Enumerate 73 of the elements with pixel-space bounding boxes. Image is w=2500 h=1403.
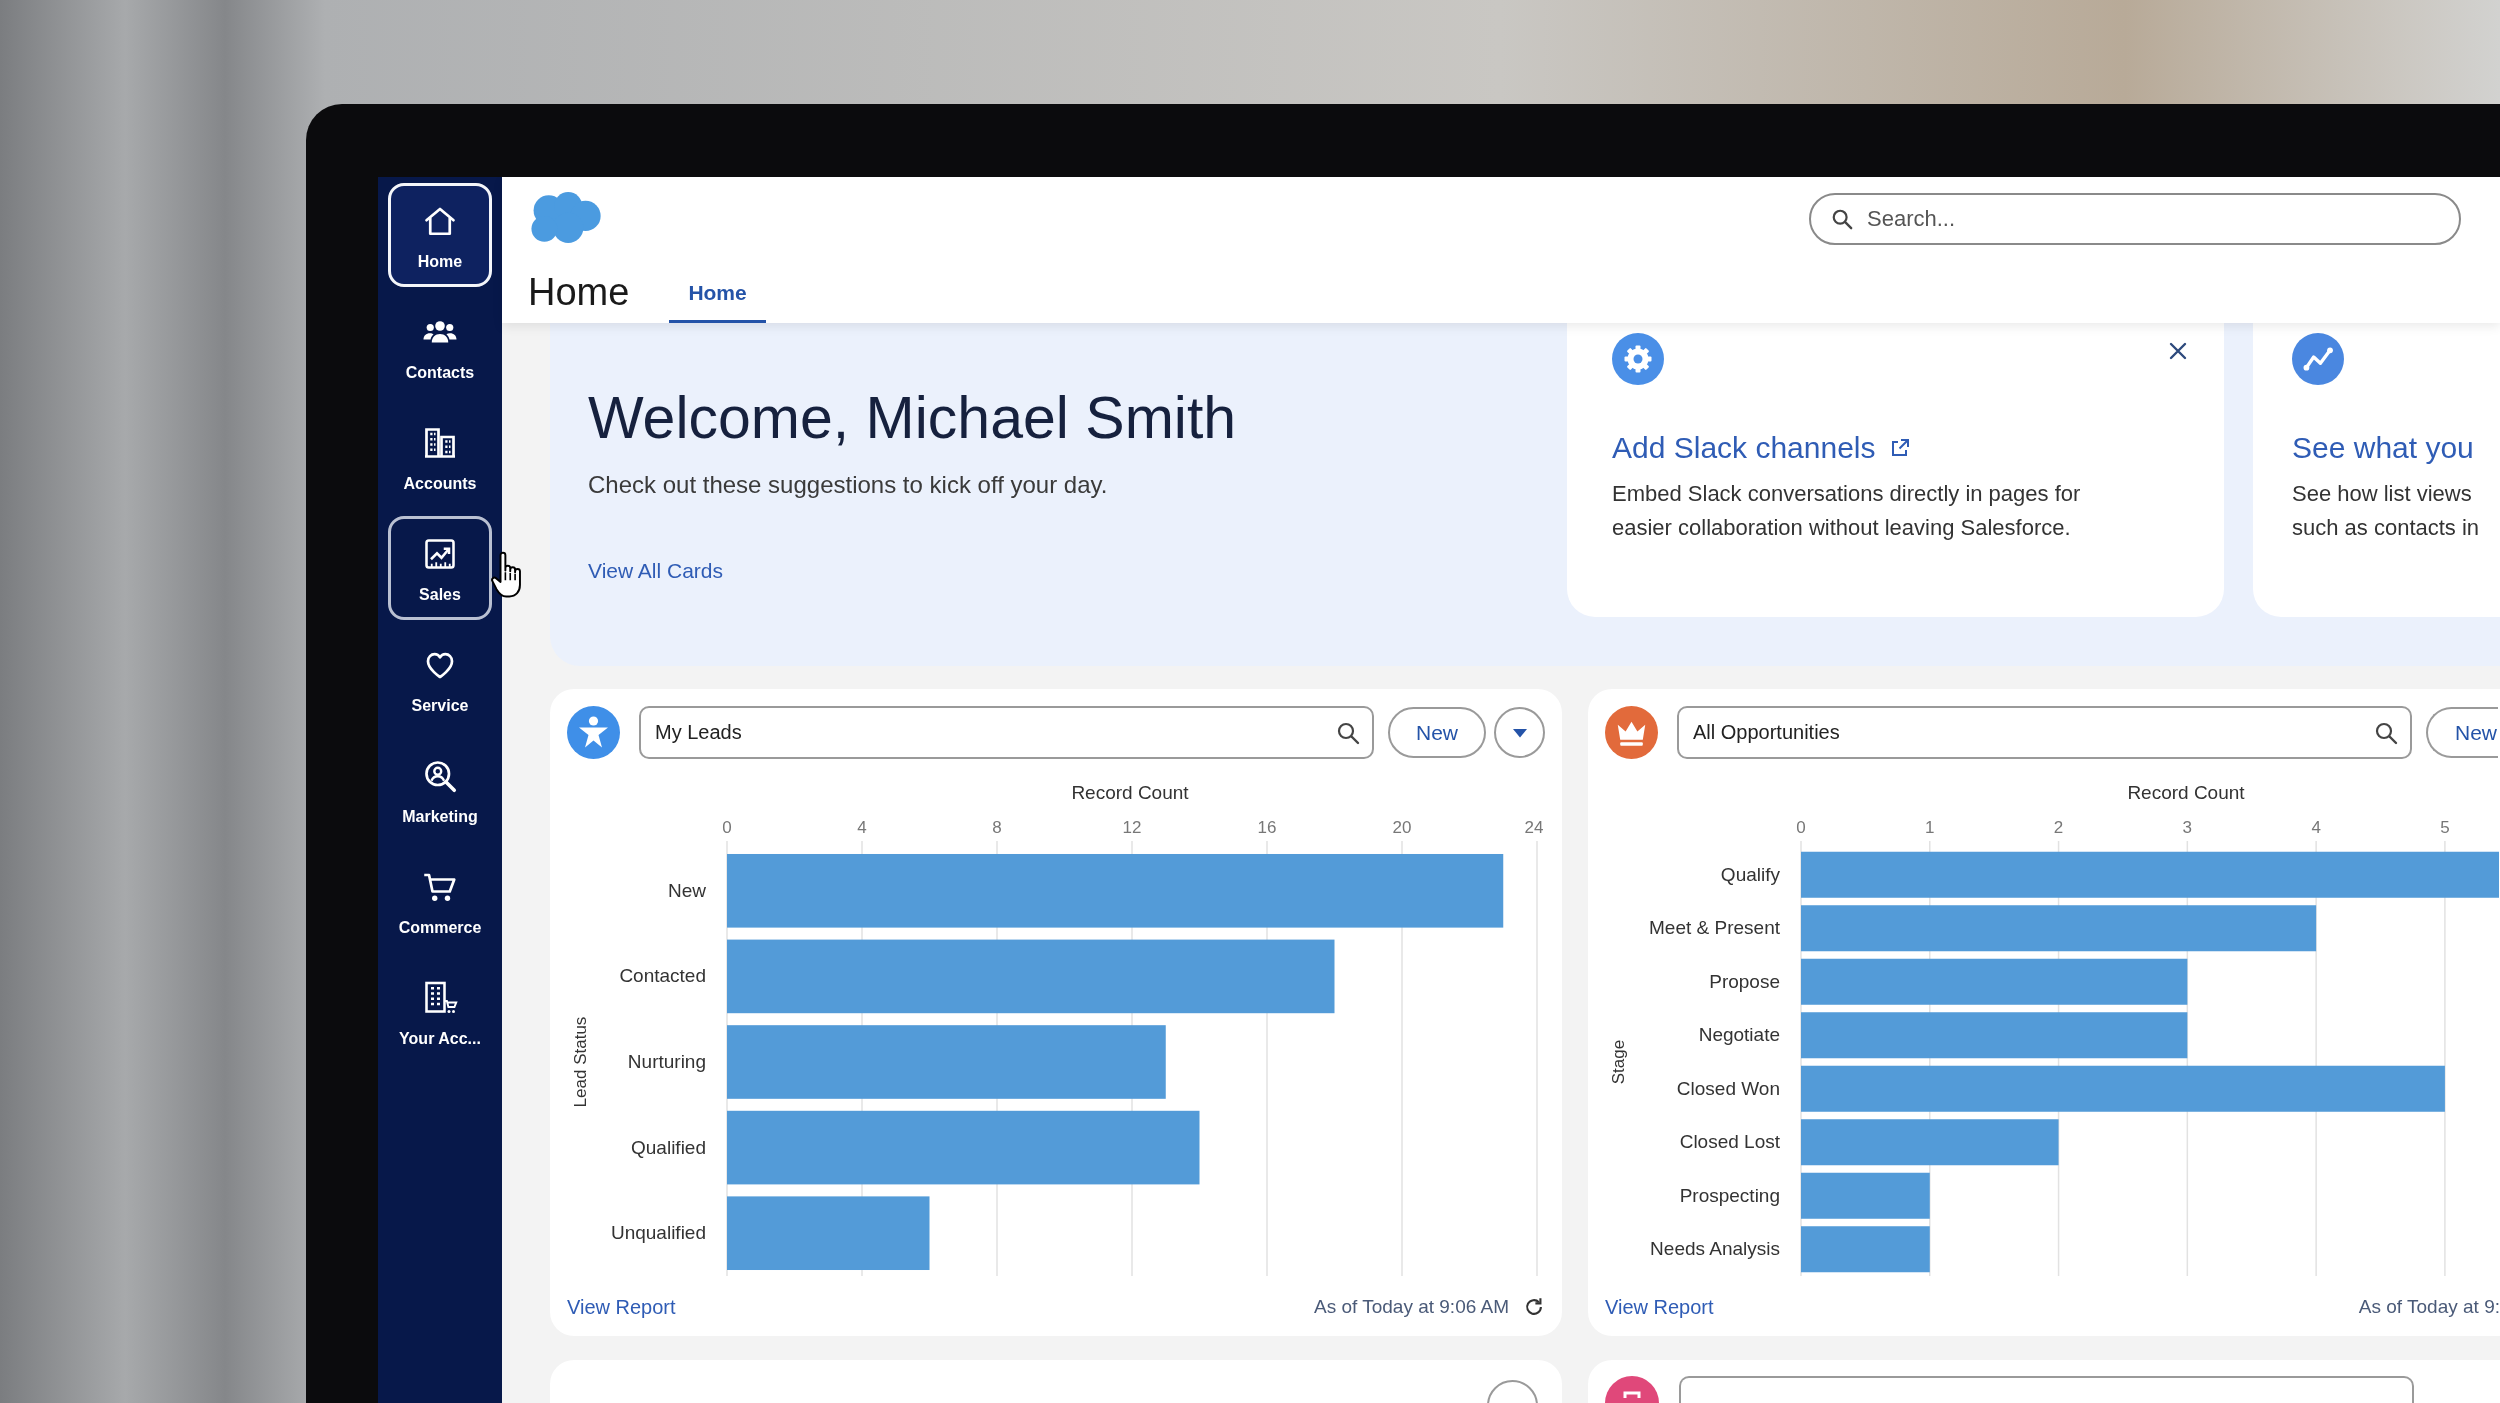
- axis-tick-label: 0: [1796, 818, 1806, 837]
- page-title: Home: [528, 273, 630, 315]
- person-search-icon: [422, 758, 458, 794]
- axis-tick-label: 5: [2440, 818, 2450, 837]
- timestamp: As of Today at 9:: [2358, 1296, 2500, 1318]
- new-button[interactable]: New: [1388, 707, 1486, 758]
- view-all-cards-link[interactable]: View All Cards: [588, 558, 723, 584]
- sidebar-item[interactable]: Home: [388, 183, 492, 287]
- caret-down-icon: [1511, 727, 1528, 738]
- hand-cursor-icon: [490, 551, 524, 599]
- axis-tick-label: 1: [1925, 818, 1935, 837]
- sidebar-item[interactable]: Your Acc...: [388, 960, 492, 1064]
- axis-tick-label: 4: [2311, 818, 2321, 837]
- axis-tick-label: 8: [992, 818, 1002, 837]
- welcome-subtitle: Check out these suggestions to kick off your day.: [588, 470, 1109, 500]
- dropdown-button[interactable]: [1494, 707, 1545, 758]
- category-label: Closed Won: [1676, 1077, 1780, 1099]
- view-report-link[interactable]: View Report: [567, 1295, 676, 1319]
- axis-title: Record Count: [1071, 782, 1189, 803]
- menu-button[interactable]: [1487, 1380, 1538, 1403]
- category-label: Nurturing: [627, 1051, 706, 1072]
- search-icon: [2374, 720, 2398, 745]
- new-button[interactable]: New: [2426, 707, 2498, 758]
- welcome-heading: Welcome, Michael Smith: [588, 385, 1238, 451]
- axis-title: Stage: [1609, 1039, 1629, 1085]
- axis-tick-label: 20: [1392, 818, 1412, 837]
- category-label: New: [668, 879, 706, 901]
- category-label: Closed Lost: [1679, 1131, 1780, 1153]
- axis-tick-label: 16: [1257, 818, 1277, 837]
- crown-icon: [1605, 706, 1658, 759]
- person-icon: [567, 706, 620, 759]
- axis-tick-label: 24: [1524, 818, 1544, 837]
- list-view-field[interactable]: My Leads: [639, 706, 1374, 759]
- axis-title: Record Count: [2127, 782, 2245, 803]
- search-icon: [1336, 720, 1360, 745]
- close-icon[interactable]: [2169, 342, 2187, 360]
- axis-tick-label: 4: [857, 818, 867, 837]
- category-label: Meet & Present: [1649, 917, 1780, 939]
- buildings-icon: [422, 425, 458, 461]
- search-icon: [1831, 208, 1853, 230]
- category-label: Qualify: [1720, 863, 1780, 885]
- refresh-icon[interactable]: [1523, 1296, 1545, 1318]
- axis-tick-label: 12: [1122, 818, 1142, 837]
- line-chart-icon: [422, 536, 458, 572]
- search-field[interactable]: Search...: [1809, 193, 2461, 245]
- view-report-link[interactable]: View Report: [1605, 1295, 1714, 1319]
- category-label: Unqualified: [610, 1222, 706, 1244]
- category-label: Qualified: [631, 1136, 706, 1158]
- timestamp: As of Today at 9:06 AM: [1313, 1296, 1509, 1318]
- category-label: Needs Analysis: [1650, 1238, 1780, 1260]
- category-label: Contacted: [619, 965, 706, 987]
- card-description: Embed Slack conversations directly in pages for easier collaboration without leaving Salesforce.: [1612, 480, 2082, 542]
- cloud-logo[interactable]: [528, 191, 603, 244]
- building-cart-icon: [422, 980, 458, 1016]
- axis-title: Lead Status: [571, 1016, 591, 1108]
- axis-tick-label: 3: [2182, 818, 2193, 837]
- list-view-field[interactable]: All Opportunities: [1677, 706, 2412, 759]
- axis-tick-label: 2: [2053, 818, 2064, 837]
- sidebar-item[interactable]: Service: [388, 627, 492, 731]
- card-description: See how list views such as contacts in: [2292, 480, 2481, 542]
- axis-tick-label: 0: [722, 818, 732, 837]
- list-view-field[interactable]: [1679, 1376, 2414, 1403]
- sidebar-item[interactable]: Marketing: [388, 738, 492, 842]
- sidebar-item[interactable]: Accounts: [388, 405, 492, 509]
- card-title-link[interactable]: See what you: [2292, 430, 2474, 466]
- card-title-link[interactable]: Add Slack channels: [1612, 430, 1876, 466]
- category-label: Propose: [1709, 970, 1780, 992]
- category-label: Prospecting: [1679, 1184, 1780, 1206]
- gear-icon: [1612, 333, 1664, 385]
- category-label: Negotiate: [1698, 1024, 1780, 1046]
- sidebar-item[interactable]: Commerce: [388, 849, 492, 953]
- line-chart-icon: [2292, 333, 2344, 385]
- sidebar-item[interactable]: Contacts: [388, 294, 492, 398]
